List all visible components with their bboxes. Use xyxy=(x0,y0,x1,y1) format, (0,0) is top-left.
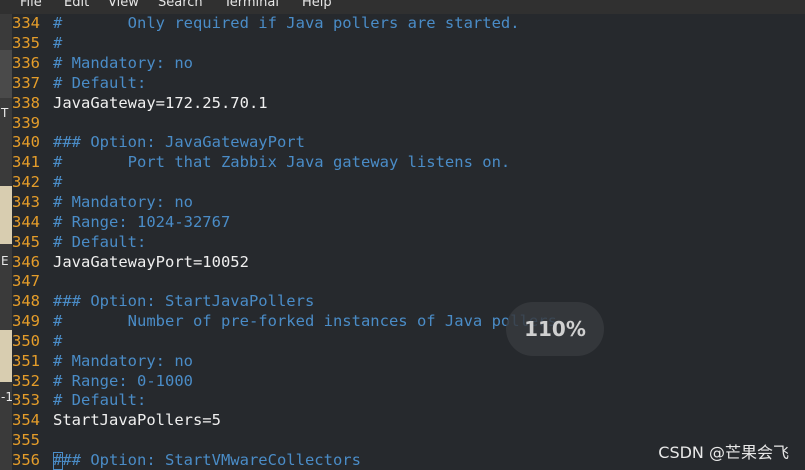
text-cursor xyxy=(53,452,63,470)
line-number: 355 xyxy=(12,431,40,450)
menu-terminal[interactable]: Terminal xyxy=(224,0,279,10)
line-number: 338 xyxy=(12,93,40,112)
comment-text: # Mandatory: no xyxy=(53,351,193,370)
line-number: 349 xyxy=(12,312,40,331)
line-number: 343 xyxy=(12,192,40,211)
line-number: 344 xyxy=(12,212,40,231)
line-number: 351 xyxy=(12,351,40,370)
menu-edit[interactable]: Edit xyxy=(64,0,89,10)
comment-text: # Default: xyxy=(53,391,147,410)
menu-view[interactable]: View xyxy=(108,0,139,10)
desktop-icon-label-2: E xyxy=(1,254,9,268)
comment-text: # xyxy=(53,173,63,192)
terminal-menubar: File Edit View Search Terminal Help xyxy=(0,0,805,14)
line-number: 352 xyxy=(12,371,40,390)
menu-help[interactable]: Help xyxy=(302,0,332,10)
comment-text: # Number of pre-forked instances of Java… xyxy=(53,312,567,331)
comment-text: ### Option: StartVMwareCollectors xyxy=(53,451,361,469)
vim-editor[interactable]: 334 # Only required if Java pollers are s… xyxy=(12,14,805,470)
desktop-folder-icon-1[interactable] xyxy=(0,186,12,244)
line-number: 335 xyxy=(12,34,40,53)
line-number: 345 xyxy=(12,232,40,251)
menu-file[interactable]: File xyxy=(20,0,42,10)
comment-text: # Only required if Java pollers are star… xyxy=(53,14,520,33)
desktop-folder-icon-2[interactable] xyxy=(0,330,12,382)
zoom-level-indicator: 110% xyxy=(506,302,604,356)
line-number: 336 xyxy=(12,54,40,72)
line-number: 334 xyxy=(12,14,40,33)
comment-text: # Range: 1024-32767 xyxy=(53,212,231,231)
line-number: 350 xyxy=(12,331,40,350)
watermark: CSDN @芒果会飞 xyxy=(658,443,789,462)
comment-text: # xyxy=(53,331,63,350)
line-number: 353 xyxy=(12,391,40,410)
comment-text: # xyxy=(53,34,63,53)
line-number: 340 xyxy=(12,133,40,152)
config-text: JavaGateway=172.25.70.1 xyxy=(53,93,268,112)
desktop-icon-strip: T E -1 xyxy=(0,14,13,470)
desktop-trash-icon[interactable] xyxy=(0,50,12,98)
comment-text: # Default: xyxy=(53,232,147,251)
comment-text: ### Option: JavaGatewayPort xyxy=(53,133,305,152)
comment-text: ### Option: StartJavaPollers xyxy=(53,292,315,311)
line-number: 341 xyxy=(12,153,40,172)
line-number: 348 xyxy=(12,292,40,311)
comment-text: # Mandatory: no xyxy=(53,54,193,72)
line-number: 356 xyxy=(12,451,40,469)
config-text: JavaGatewayPort=10052 xyxy=(53,252,249,271)
line-number: 354 xyxy=(12,411,40,430)
line-number: 342 xyxy=(12,173,40,192)
line-number: 337 xyxy=(12,73,40,92)
comment-text: # Mandatory: no xyxy=(53,192,193,211)
comment-text: # Default: xyxy=(53,73,147,92)
comment-text: # Port that Zabbix Java gateway listens … xyxy=(53,153,511,172)
config-text: StartJavaPollers=5 xyxy=(53,411,221,430)
desktop-icon-label-1: T xyxy=(1,106,9,120)
comment-text: # Range: 0-1000 xyxy=(53,371,193,390)
menu-search[interactable]: Search xyxy=(158,0,203,10)
line-number: 347 xyxy=(12,272,40,291)
zoom-level-text: 110% xyxy=(524,317,586,341)
line-number: 339 xyxy=(12,113,40,132)
line-number: 346 xyxy=(12,252,40,271)
